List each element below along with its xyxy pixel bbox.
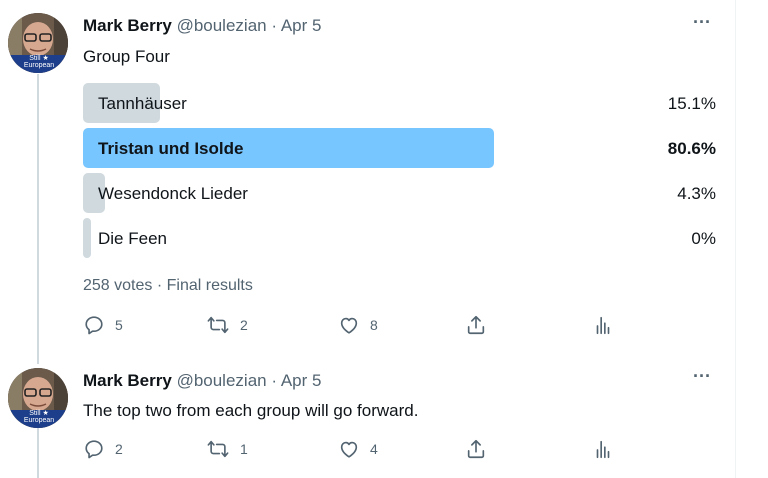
share-button[interactable] (465, 438, 487, 460)
poll-option-label: Tannhäuser (98, 94, 187, 113)
author-name[interactable]: Mark Berry (83, 16, 172, 35)
tweet-header: Mark Berry @boulezian · Apr 5 (83, 371, 321, 391)
poll-option-percent: 15.1% (667, 94, 716, 113)
retweet-button[interactable]: 2 (206, 314, 248, 336)
avatar-badge: Still ★ European (23, 55, 55, 69)
author-name[interactable]: Mark Berry (83, 371, 172, 390)
poll-meta: 258 votes · Final results (83, 277, 253, 295)
heart-icon (340, 441, 358, 458)
poll-option-percent: 80.6% (667, 139, 716, 158)
reply-count: 2 (115, 441, 123, 457)
share-icon (467, 439, 485, 459)
poll-option-label: Wesendonck Lieder (98, 184, 248, 203)
heart-icon (340, 317, 358, 334)
avatar[interactable]: Still ★ European (8, 13, 68, 73)
analytics-icon (596, 440, 610, 459)
poll-option-label: Tristan und Isolde (98, 139, 244, 158)
retweet-icon (207, 316, 229, 334)
like-count: 4 (370, 441, 378, 457)
tweet-text: Group Four (83, 47, 170, 66)
poll-votes: 258 votes (83, 277, 153, 294)
poll-status: Final results (166, 277, 253, 294)
separator-dot: · (271, 16, 278, 35)
reply-icon (85, 316, 103, 335)
retweet-icon (207, 440, 229, 458)
poll-option-label: Die Feen (98, 229, 167, 248)
tweet-text: The top two from each group will go forw… (83, 401, 419, 420)
reply-count: 5 (115, 317, 123, 333)
poll-option-percent: 0% (691, 229, 716, 248)
like-button[interactable]: 8 (338, 314, 378, 336)
separator-dot: · (156, 277, 163, 294)
avatar[interactable]: Still ★ European (8, 368, 68, 428)
share-button[interactable] (465, 314, 487, 336)
separator-dot: · (271, 371, 278, 390)
reply-button[interactable]: 5 (83, 314, 123, 336)
timeline-border (735, 0, 736, 478)
like-button[interactable]: 4 (338, 438, 378, 460)
tweet-date[interactable]: Apr 5 (281, 371, 322, 390)
like-count: 8 (370, 317, 378, 333)
share-icon (467, 315, 485, 335)
avatar-badge: Still ★ European (23, 410, 55, 424)
tweet-date[interactable]: Apr 5 (281, 16, 322, 35)
retweet-count: 2 (240, 317, 248, 333)
more-options-icon[interactable]: ··· (693, 366, 711, 387)
more-options-icon[interactable]: ··· (693, 12, 711, 33)
poll-option-percent: 4.3% (677, 184, 716, 203)
retweet-count: 1 (240, 441, 248, 457)
analytics-button[interactable] (592, 314, 614, 336)
thread-connector-line (37, 428, 39, 478)
analytics-icon (596, 316, 610, 335)
thread-connector-line (37, 74, 39, 364)
retweet-button[interactable]: 1 (206, 438, 248, 460)
tweet-header: Mark Berry @boulezian · Apr 5 (83, 16, 321, 36)
reply-button[interactable]: 2 (83, 438, 123, 460)
poll-bar (83, 218, 91, 258)
author-handle[interactable]: @boulezian (177, 16, 267, 35)
analytics-button[interactable] (592, 438, 614, 460)
author-handle[interactable]: @boulezian (177, 371, 267, 390)
reply-icon (85, 440, 103, 459)
